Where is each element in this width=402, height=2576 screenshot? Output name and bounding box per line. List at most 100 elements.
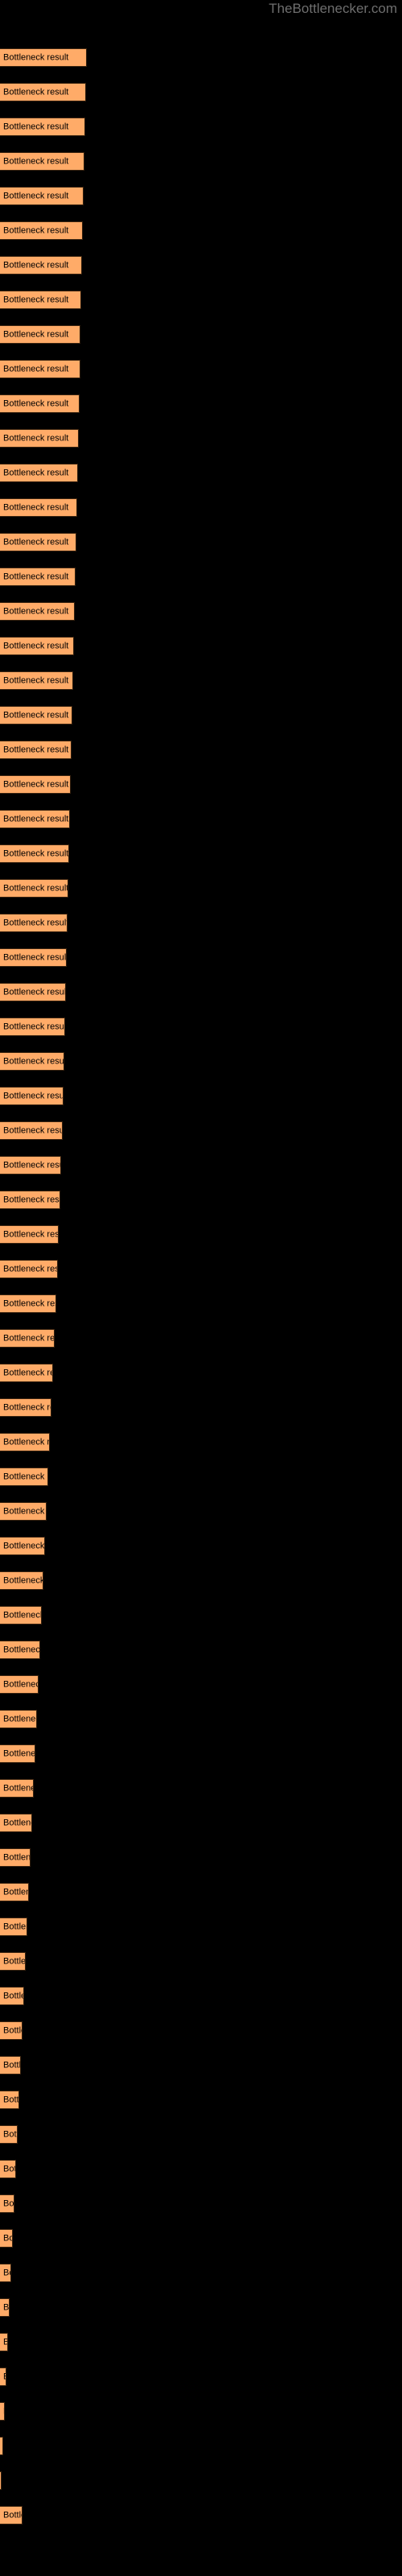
bar[interactable]: Bottleneck result	[0, 983, 66, 1001]
bar[interactable]: Bottleneck result	[0, 1918, 27, 1936]
bar[interactable]: Bottleneck result	[0, 1641, 40, 1659]
bar-row: Bottleneck result	[0, 844, 402, 879]
bar[interactable]: Bottleneck result	[0, 1156, 61, 1174]
bar-row: Bottleneck result	[0, 1052, 402, 1087]
bar[interactable]: Bottleneck result	[0, 118, 85, 136]
bar[interactable]: Bottleneck result	[0, 2056, 21, 2074]
bar[interactable]: Bottleneck result	[0, 844, 69, 863]
bar-label: Bottleneck result	[3, 329, 69, 339]
bar-label: Bottleneck result	[3, 2025, 22, 2035]
bar-label: Bottleneck result	[3, 1610, 42, 1620]
bar-row: Bottleneck result	[0, 325, 402, 360]
bar[interactable]: Bottleneck result	[0, 2160, 16, 2178]
bar-label: Bottleneck result	[3, 2268, 10, 2277]
bar-row: Bottleneck result	[0, 1191, 402, 1225]
bar[interactable]: Bottleneck result	[0, 1987, 24, 2005]
bar[interactable]: Bottleneck result	[0, 291, 81, 309]
bar[interactable]: Bottleneck result	[0, 1121, 63, 1140]
bar[interactable]: Bottleneck result	[0, 2194, 14, 2213]
bar[interactable]: Bottleneck result	[0, 810, 70, 828]
bar[interactable]: Bottleneck result	[0, 533, 76, 551]
bar[interactable]: Bottleneck result	[0, 2333, 8, 2351]
bar-label: Bottleneck result	[3, 2095, 19, 2104]
bar[interactable]: Bottleneck result	[0, 1502, 47, 1521]
bar[interactable]: Bottleneck result	[0, 1052, 64, 1071]
bar[interactable]: Bottleneck result	[0, 1087, 64, 1105]
bar[interactable]: Bottleneck result	[0, 1398, 51, 1417]
bar[interactable]: Bottleneck result	[0, 152, 84, 171]
bar[interactable]: Bottleneck result	[0, 1571, 43, 1590]
bar-row: Bottleneck result	[0, 2471, 402, 2506]
bar[interactable]: Bottleneck result	[0, 1329, 55, 1348]
bar[interactable]: Bottleneck result	[0, 360, 80, 378]
bar-label: Bottleneck result	[3, 2337, 7, 2347]
bar[interactable]: Bottleneck result	[0, 1433, 50, 1451]
bar[interactable]: Bottleneck result	[0, 948, 67, 967]
bar[interactable]: Bottleneck result	[0, 1606, 42, 1624]
bar-row: Bottleneck result	[0, 256, 402, 291]
bar[interactable]: Bottleneck result	[0, 1260, 58, 1278]
bar-row: Bottleneck result	[0, 1883, 402, 1918]
bar[interactable]: Bottleneck result	[0, 1675, 39, 1694]
bar[interactable]: Bottleneck result	[0, 2437, 3, 2455]
bar[interactable]: Bottleneck result	[0, 2229, 13, 2248]
bar[interactable]: Bottleneck result	[0, 2368, 6, 2386]
bar[interactable]: Bottleneck result	[0, 1744, 35, 1763]
bar[interactable]: Bottleneck result	[0, 2021, 23, 2040]
bar[interactable]: Bottleneck result	[0, 2125, 18, 2144]
bar-row: Bottleneck result	[0, 2229, 402, 2264]
bar[interactable]: Bottleneck result	[0, 2402, 5, 2421]
bar[interactable]: Bottleneck result	[0, 464, 78, 482]
bar[interactable]: Bottleneck result	[0, 221, 83, 240]
bar[interactable]: Bottleneck result	[0, 1952, 26, 1971]
bar[interactable]: Bottleneck result	[0, 187, 84, 205]
bar-row: Bottleneck result	[0, 1918, 402, 1952]
bar[interactable]: Bottleneck result	[0, 325, 80, 344]
bar[interactable]: Bottleneck result	[0, 2264, 11, 2282]
bar[interactable]: Bottleneck result	[0, 637, 74, 655]
bar-label: Bottleneck result	[3, 2060, 21, 2070]
bar-row: Bottleneck result	[0, 1571, 402, 1606]
bar-label: Bottleneck result	[3, 537, 69, 547]
bar[interactable]: Bottleneck result	[0, 1294, 56, 1313]
bar[interactable]: Bottleneck result	[0, 1364, 53, 1382]
bar[interactable]: Bottleneck result	[0, 1883, 29, 1901]
bar[interactable]: Bottleneck result	[0, 429, 79, 448]
bar-row: Bottleneck result	[0, 2437, 402, 2471]
bar[interactable]: Bottleneck result	[0, 2091, 19, 2109]
bar[interactable]: Bottleneck result	[0, 706, 72, 724]
bar[interactable]: Bottleneck result	[0, 394, 80, 413]
bar[interactable]: Bottleneck result	[0, 775, 71, 794]
bar[interactable]: Bottleneck result	[0, 2471, 2, 2490]
bar[interactable]: Bottleneck result	[0, 1191, 60, 1209]
bar[interactable]: Bottleneck result	[0, 914, 68, 932]
bar[interactable]: Bottleneck result	[0, 602, 75, 621]
bar-label: Bottleneck result	[3, 295, 69, 304]
bar[interactable]: Bottleneck result	[0, 498, 77, 517]
bar[interactable]: Bottleneck result	[0, 256, 82, 275]
bar[interactable]: Bottleneck result	[0, 1848, 31, 1867]
bar-label: Bottleneck result	[3, 122, 69, 131]
bar[interactable]: Bottleneck result	[0, 83, 86, 101]
bar-label: Bottleneck result	[3, 848, 69, 858]
bar[interactable]: Bottleneck result	[0, 1710, 37, 1728]
bar[interactable]: Bottleneck result	[0, 568, 76, 586]
bar[interactable]: Bottleneck result	[0, 2298, 10, 2317]
bar[interactable]: Bottleneck result	[0, 1537, 45, 1555]
bar[interactable]: Bottleneck result	[0, 1779, 34, 1798]
bar[interactable]: Bottleneck result	[0, 1018, 65, 1036]
bar[interactable]: Bottleneck result	[0, 879, 68, 898]
bar[interactable]: Bottleneck result	[0, 1225, 59, 1244]
bar-row: Bottleneck result	[0, 291, 402, 325]
bar[interactable]: Bottleneck result	[0, 741, 72, 759]
bar[interactable]: Bottleneck result	[0, 48, 87, 67]
bar[interactable]: Bottleneck result	[0, 671, 73, 690]
bar[interactable]: Bottleneck result	[0, 1814, 32, 1832]
bar[interactable]: Bottleneck result	[0, 2506, 23, 2524]
bar-label: Bottleneck result	[3, 1506, 46, 1516]
bar[interactable]: Bottleneck result	[0, 1468, 48, 1486]
bar-row: Bottleneck result	[0, 118, 402, 152]
bar-label: Bottleneck result	[3, 1056, 64, 1066]
bar-row: Bottleneck result	[0, 948, 402, 983]
bar-row: Bottleneck result	[0, 1364, 402, 1398]
